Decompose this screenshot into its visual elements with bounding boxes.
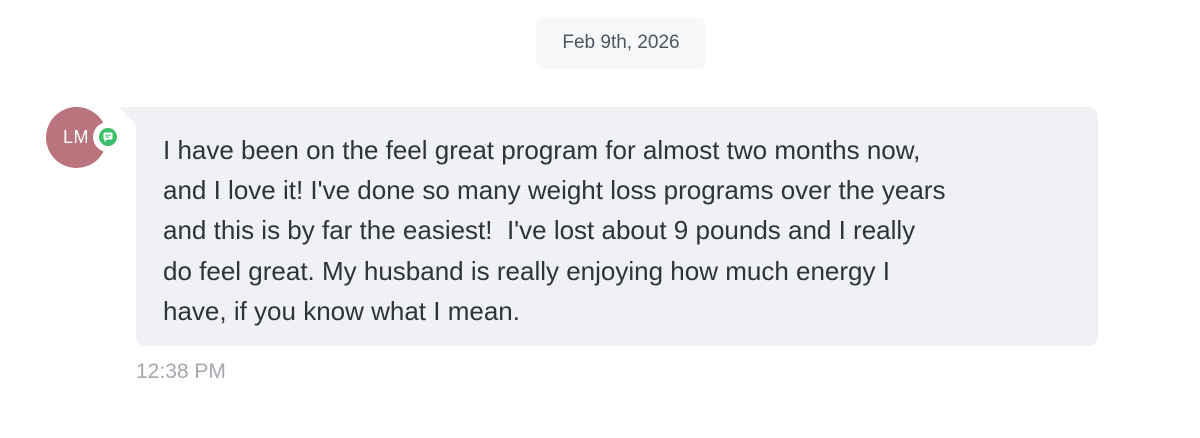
date-separator-label: Feb 9th, 2026 — [562, 32, 680, 53]
sender-initials: LM — [63, 127, 90, 147]
date-separator: Feb 9th, 2026 — [536, 17, 706, 69]
message-bubble[interactable]: I have been on the feel great program fo… — [136, 107, 1098, 346]
message-timestamp: 12:38 PM — [136, 360, 226, 383]
message-bubble-tail — [118, 107, 138, 127]
message-text: I have been on the feel great program fo… — [163, 135, 946, 326]
conversation-view: Feb 9th, 2026 LM I have been on the feel… — [0, 0, 1200, 438]
sms-chat-icon-glyph — [99, 128, 117, 146]
